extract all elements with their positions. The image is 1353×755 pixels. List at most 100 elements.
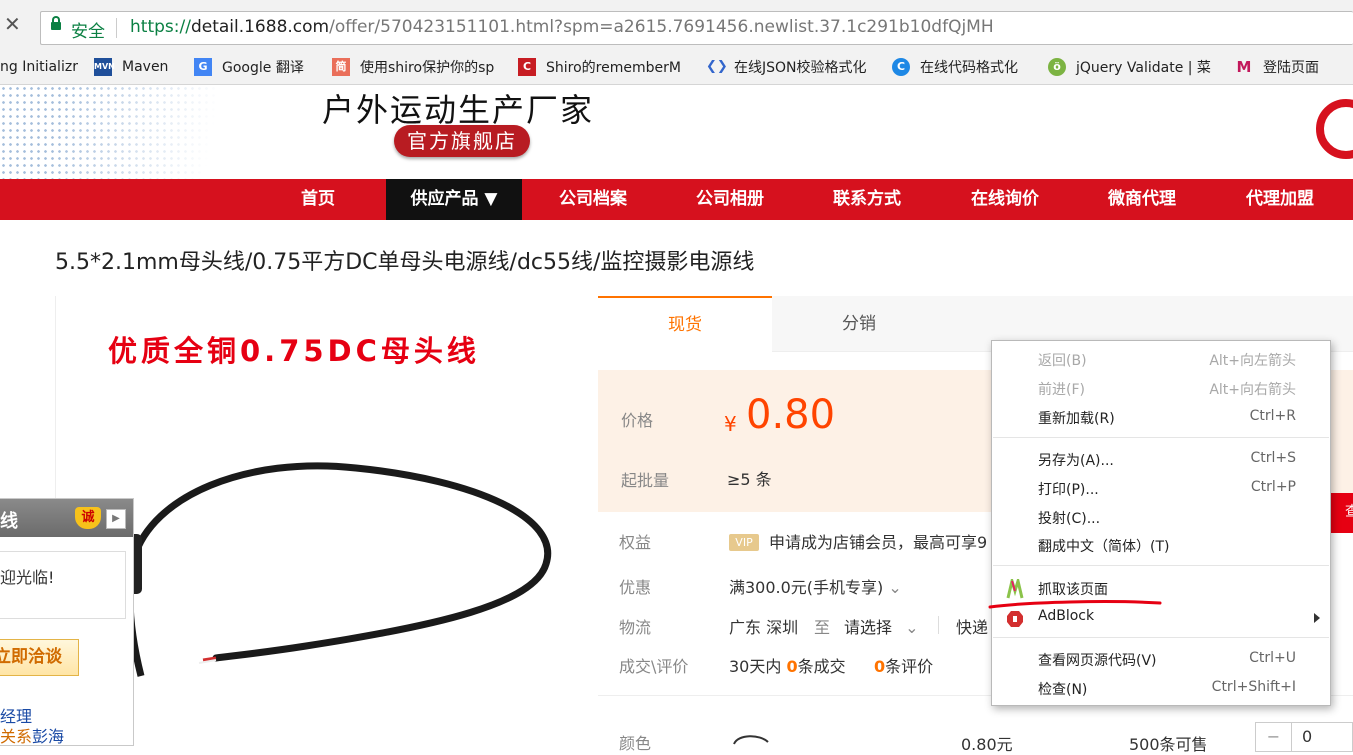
destination-select[interactable]: 请选择 ⌄ bbox=[844, 614, 919, 638]
bookmark-login-page[interactable]: M 登陆页面 bbox=[1235, 57, 1353, 77]
decrease-button[interactable]: − bbox=[1256, 723, 1292, 751]
shop-nav: 首页 供应产品 ▼ 公司档案 公司相册 联系方式 在线询价 微商代理 代理加盟 bbox=[0, 179, 1353, 220]
destination-select-label: 请选择 bbox=[844, 618, 893, 637]
menu-shortcut: Ctrl+P bbox=[1250, 479, 1296, 495]
capture-extension-icon bbox=[1006, 579, 1024, 599]
menu-separator bbox=[993, 437, 1329, 438]
bookmark-maven[interactable]: MVN Maven bbox=[94, 57, 184, 77]
nav-franchise[interactable]: 代理加盟 bbox=[1227, 179, 1333, 220]
menu-separator bbox=[993, 637, 1329, 638]
promo-label: 优惠 bbox=[619, 578, 652, 597]
runoob-icon: ö bbox=[1048, 58, 1066, 76]
bookmark-shiro-article[interactable]: 简使用shiro保护你的sp bbox=[332, 57, 502, 77]
menu-item-inspect[interactable]: 检查(N) Ctrl+Shift+I bbox=[992, 675, 1330, 703]
quantity-stepper: − 0 bbox=[1255, 722, 1353, 752]
relation-tag: 关系 bbox=[0, 727, 33, 746]
menu-item-translate[interactable]: 翻成中文（简体）(T) bbox=[992, 532, 1330, 560]
secure-label: 安全 bbox=[71, 22, 105, 42]
bookmark-label: Google 翻译 bbox=[222, 60, 304, 76]
promo-dropdown[interactable]: 满300.0元(手机专享) ⌄ bbox=[729, 574, 902, 598]
logistics-divider bbox=[938, 616, 939, 634]
nav-company-profile[interactable]: 公司档案 bbox=[540, 179, 646, 220]
nav-company-album[interactable]: 公司相册 bbox=[677, 179, 783, 220]
deal-stats: 30天内 0条成交 bbox=[729, 653, 846, 677]
google-translate-icon: G bbox=[194, 58, 212, 76]
menu-shortcut: Alt+向右箭头 bbox=[1209, 382, 1296, 398]
menu-label: 翻成中文（简体）(T) bbox=[1038, 539, 1170, 555]
contact-role: 经理 bbox=[0, 707, 33, 726]
nav-contact[interactable]: 联系方式 bbox=[814, 179, 920, 220]
menu-label: 重新加载(R) bbox=[1038, 411, 1115, 427]
banner-decoration bbox=[0, 85, 300, 179]
rights-label: 权益 bbox=[619, 533, 652, 552]
menu-item-back[interactable]: 返回(B) Alt+向左箭头 bbox=[992, 346, 1330, 374]
lock-icon bbox=[51, 16, 61, 30]
logistics-to-word: 至 bbox=[814, 618, 831, 637]
menu-shortcut: Ctrl+U bbox=[1249, 650, 1296, 666]
json-icon: ❮❯ bbox=[706, 59, 728, 74]
promo-text: 满300.0元(手机专享) bbox=[729, 578, 884, 597]
greeting-text: 欢迎光临! bbox=[0, 568, 55, 587]
bookmark-jquery-validate[interactable]: ö jQuery Validate | 菜 bbox=[1048, 57, 1220, 77]
bookmark-shiro-rememberme[interactable]: C Shiro的rememberM bbox=[518, 57, 690, 77]
sku-stock: 500条可售 bbox=[1129, 735, 1208, 754]
bookmark-json-validator[interactable]: ❮❯ 在线JSON校验格式化 bbox=[706, 57, 876, 77]
shop-banner: 户外运动生产厂家 官方旗舰店 bbox=[0, 85, 1353, 179]
review-count[interactable]: 0 bbox=[874, 657, 885, 676]
menu-label: 另存为(A)... bbox=[1038, 453, 1114, 469]
quantity-input[interactable]: 0 bbox=[1302, 727, 1312, 746]
nav-home[interactable]: 首页 bbox=[266, 179, 370, 220]
url-scheme: https:// bbox=[130, 17, 191, 37]
integrity-badge-icon: 诚 bbox=[75, 507, 101, 529]
browser-toolbar: ✕ 安全 https://detail.1688.com/offer/57042… bbox=[0, 0, 1353, 48]
tab-distribution[interactable]: 分销 bbox=[772, 296, 946, 352]
bookmark-label: 在线代码格式化 bbox=[920, 60, 1018, 76]
menu-item-reload[interactable]: 重新加载(R) Ctrl+R bbox=[992, 404, 1330, 432]
vip-badge: VIP bbox=[729, 534, 759, 551]
nav-online-inquiry[interactable]: 在线询价 bbox=[952, 179, 1058, 220]
menu-shortcut: Ctrl+S bbox=[1250, 450, 1296, 466]
shipping-method: 快递 bbox=[956, 618, 989, 637]
menu-item-print[interactable]: 打印(P)... Ctrl+P bbox=[992, 475, 1330, 503]
menu-label: 打印(P)... bbox=[1038, 482, 1099, 498]
menu-item-save-as[interactable]: 另存为(A)... Ctrl+S bbox=[992, 446, 1330, 474]
product-title: 5.5*2.1mm母头线/0.75平方DC单母头电源线/dc55线/监控摄影电源… bbox=[55, 250, 755, 275]
menu-label: 返回(B) bbox=[1038, 353, 1087, 369]
url-text[interactable]: https://detail.1688.com/offer/5704231511… bbox=[130, 17, 994, 37]
bookmark-label: ng Initializr bbox=[0, 59, 78, 75]
menu-label: 查看网页源代码(V) bbox=[1038, 653, 1157, 669]
logistics-from: 广东 深圳 bbox=[729, 618, 799, 637]
context-menu: 返回(B) Alt+向左箭头 前进(F) Alt+向右箭头 重新加载(R) Ctrl+… bbox=[991, 340, 1331, 706]
tab-in-stock[interactable]: 现货 bbox=[598, 296, 772, 352]
menu-item-cast[interactable]: 投射(C)... bbox=[992, 504, 1330, 532]
menu-label: 检查(N) bbox=[1038, 682, 1088, 698]
deal-count[interactable]: 0 bbox=[786, 657, 797, 676]
address-divider bbox=[116, 18, 117, 38]
nav-wechat-agent[interactable]: 微商代理 bbox=[1089, 179, 1195, 220]
menu-item-forward[interactable]: 前进(F) Alt+向右箭头 bbox=[992, 375, 1330, 403]
contact-name[interactable]: 彭海 bbox=[32, 727, 64, 746]
contact-now-button[interactable]: 立即洽谈 bbox=[0, 639, 79, 676]
rights-text[interactable]: 申请成为店铺会员，最高可享9 bbox=[769, 533, 987, 552]
bookmark-spring-initializr[interactable]: ng Initializr bbox=[0, 57, 82, 77]
currency-symbol: ¥ bbox=[724, 412, 737, 436]
submenu-arrow-icon bbox=[1314, 613, 1320, 623]
customer-service-widget: 线 诚 ▶ 欢迎光临! 立即洽谈 经理 关系彭海 bbox=[0, 498, 134, 746]
review-stats: 0条评价 bbox=[874, 653, 933, 677]
sku-thumbnail[interactable] bbox=[730, 732, 770, 746]
bookmark-label: jQuery Validate | 菜 bbox=[1076, 60, 1211, 76]
logistics-label: 物流 bbox=[619, 618, 652, 637]
bookmark-code-formatter[interactable]: C 在线代码格式化 bbox=[892, 57, 1037, 77]
nav-products[interactable]: 供应产品 ▼ bbox=[386, 179, 522, 220]
address-bar[interactable]: 安全 https://detail.1688.com/offer/5704231… bbox=[40, 11, 1353, 45]
chevron-down-icon: ⌄ bbox=[905, 618, 919, 637]
stop-loading-icon[interactable]: ✕ bbox=[4, 14, 21, 34]
menu-item-view-source[interactable]: 查看网页源代码(V) Ctrl+U bbox=[992, 646, 1330, 674]
bookmark-label: 登陆页面 bbox=[1263, 60, 1319, 76]
bookmark-label: 在线JSON校验格式化 bbox=[734, 60, 867, 76]
login-page-icon: M bbox=[1236, 58, 1252, 76]
collapse-arrow-icon[interactable]: ▶ bbox=[106, 509, 126, 529]
bookmark-google-translate[interactable]: G Google 翻译 bbox=[194, 57, 320, 77]
price-label: 价格 bbox=[621, 411, 654, 430]
menu-label: 投射(C)... bbox=[1038, 511, 1101, 527]
